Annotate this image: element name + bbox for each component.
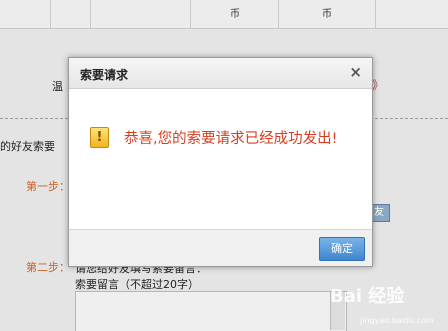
dialog-footer: 确定 bbox=[69, 229, 372, 266]
table-cell: 币 bbox=[322, 9, 332, 20]
page: 币 币 温 》 的好友索要 第一步： 友 第二步： 请您给好友填写索要留言： 索… bbox=[0, 0, 448, 331]
background-label: 温 bbox=[52, 80, 63, 93]
table-cell: 币 bbox=[230, 9, 240, 20]
baidu-watermark-url: jingyan.baidu.com bbox=[360, 316, 434, 325]
baidu-watermark: Bai 经验 bbox=[330, 286, 405, 307]
dialog-header: 索要请求 × bbox=[69, 58, 372, 89]
dialog-title: 索要请求 bbox=[80, 68, 129, 82]
table-divider bbox=[190, 0, 191, 28]
confirm-button[interactable]: 确定 bbox=[319, 237, 365, 261]
table-divider bbox=[278, 0, 279, 28]
warning-icon: ! bbox=[90, 127, 109, 148]
close-icon[interactable]: × bbox=[349, 63, 362, 81]
dialog-body: ! 恭喜,您的索要请求已经成功发出! bbox=[69, 89, 372, 229]
more-arrow-icon[interactable]: 》 bbox=[372, 76, 384, 93]
step2-label: 第二步： bbox=[26, 261, 70, 274]
background-table: 币 币 bbox=[0, 0, 448, 29]
friend-request-text: 的好友索要 bbox=[0, 140, 55, 153]
success-message: 恭喜,您的索要请求已经成功发出! bbox=[124, 131, 338, 147]
table-divider bbox=[375, 0, 376, 28]
table-divider bbox=[50, 0, 51, 28]
message-textarea[interactable] bbox=[75, 291, 347, 331]
table-divider bbox=[90, 0, 91, 28]
request-dialog: 索要请求 × ! 恭喜,您的索要请求已经成功发出! 确定 bbox=[68, 57, 373, 267]
step1-label: 第一步： bbox=[26, 180, 70, 193]
message-label: 索要留言（不超过20字） bbox=[75, 278, 199, 291]
